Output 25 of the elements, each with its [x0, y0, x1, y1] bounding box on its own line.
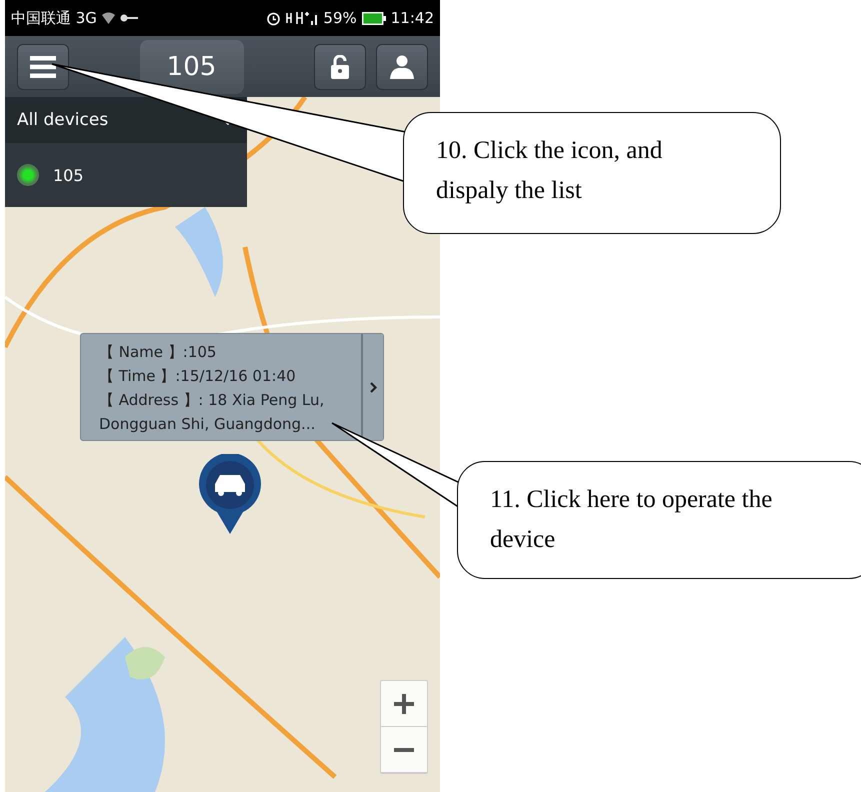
car-pin-icon [197, 454, 263, 534]
menu-button[interactable] [17, 44, 69, 90]
carrier-text: 中国联通 3G [11, 8, 97, 28]
wifi-icon [102, 12, 115, 24]
plus-icon [394, 694, 414, 714]
device-list-item[interactable]: 105 [5, 143, 247, 207]
menu-icon [30, 56, 56, 78]
info-line: 【 Name 】:105 [99, 342, 218, 363]
key-icon [120, 14, 138, 22]
battery-percent: 59% [323, 9, 357, 27]
callout-text: 11. Click here to operate the device [490, 485, 774, 555]
user-icon [390, 54, 414, 78]
info-line: 【 Time 】:15/12/16 01:40 [99, 366, 297, 387]
user-button[interactable] [376, 44, 428, 90]
network-icon [286, 10, 318, 26]
clock-time: 11:42 [390, 9, 434, 27]
padlock-icon [331, 54, 349, 78]
device-title[interactable]: 105 [140, 40, 244, 94]
chevron-right-icon [370, 382, 376, 392]
battery-icon [362, 12, 386, 24]
alarm-icon [266, 10, 282, 26]
info-line: 【 Address 】: 18 Xia Peng Lu, Dongguan Shi, Guangdong... [99, 390, 326, 435]
minus-icon [394, 748, 414, 752]
callout-text: 10. Click the icon, and dispaly the list [436, 136, 664, 206]
unlock-button[interactable] [314, 44, 366, 90]
